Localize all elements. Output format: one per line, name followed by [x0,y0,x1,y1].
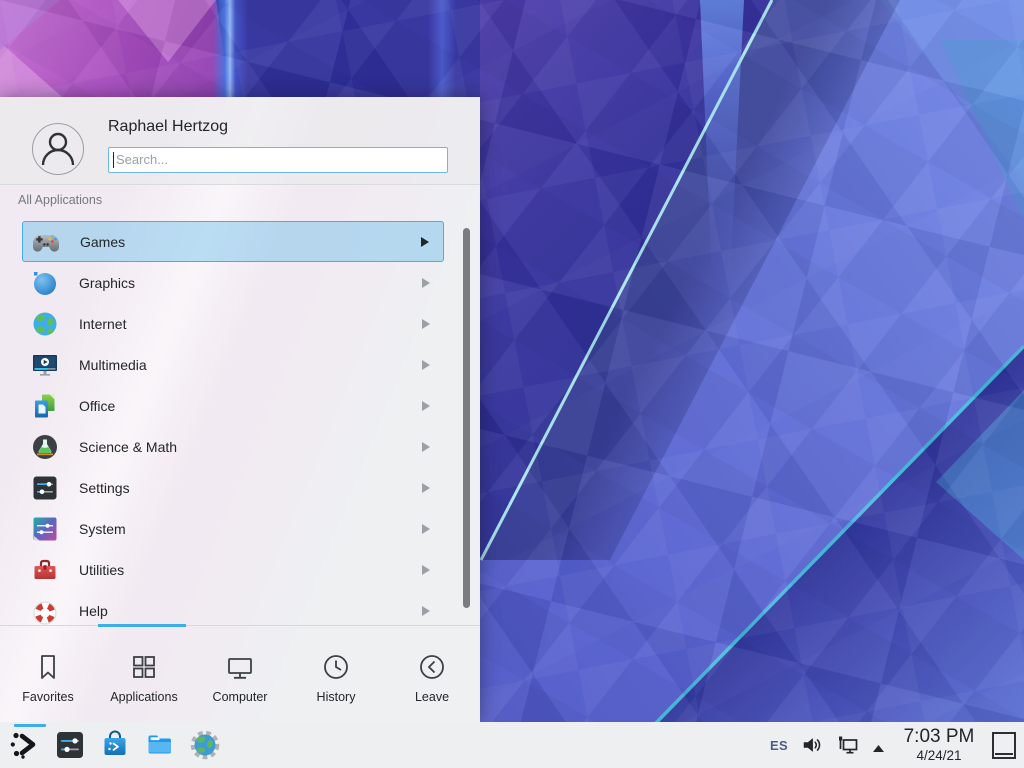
chevron-right-icon [422,483,430,493]
science-icon [31,433,59,461]
app-category-label: Help [79,603,422,619]
app-category-games[interactable]: Games [22,221,444,262]
launcher-header: Raphael Hertzog Search... [0,97,480,185]
app-category-science-math[interactable]: Science & Math [22,426,444,467]
search-input[interactable]: Search... [108,147,448,173]
application-launcher-popup: Raphael Hertzog Search... All Applicatio… [0,97,480,722]
tab-label: Applications [110,690,177,704]
user-name: Raphael Hertzog [108,118,228,136]
system-icon [31,515,59,543]
chevron-right-icon [422,442,430,452]
app-category-office[interactable]: Office [22,385,444,426]
leave-icon [416,651,448,683]
active-tab-indicator [98,624,186,627]
chevron-right-icon [422,360,430,370]
chevron-right-icon [422,524,430,534]
expand-tray-button[interactable] [871,740,886,750]
graphics-icon [31,269,59,297]
app-category-internet[interactable]: Internet [22,303,444,344]
discover-icon [99,729,131,761]
network-icon [836,734,860,758]
web-browser-launcher[interactable] [189,729,221,761]
tab-favorites[interactable]: Favorites [0,626,96,722]
globe-gear-icon [189,729,221,761]
settings-icon [31,474,59,502]
chevron-right-icon [422,606,430,616]
office-icon [31,392,59,420]
volume-tray-item[interactable] [801,734,823,756]
kde-launcher-icon [9,729,41,761]
keyboard-layout-indicator[interactable]: ES [770,738,788,753]
app-category-label: Multimedia [79,357,422,373]
internet-icon [31,310,59,338]
tab-label: History [317,690,356,704]
file-manager-launcher[interactable] [144,729,176,761]
text-cursor [113,152,114,168]
clock-time: 7:03 PM [899,727,979,746]
app-category-label: System [79,521,422,537]
caret-up-icon [871,743,886,753]
grid-icon [128,651,160,683]
tab-history[interactable]: History [288,626,384,722]
folder-icon [144,729,176,761]
person-icon [33,124,83,174]
app-category-multimedia[interactable]: Multimedia [22,344,444,385]
system-settings-icon [54,729,86,761]
app-launcher-button[interactable] [9,729,41,761]
chevron-right-icon [422,278,430,288]
chevron-right-icon [422,401,430,411]
show-desktop-button[interactable] [992,732,1016,759]
section-label: All Applications [18,193,102,207]
games-icon [32,228,60,256]
taskbar-panel: ES 7:03 [0,722,1024,768]
utilities-icon [31,556,59,584]
app-category-label: Utilities [79,562,422,578]
digital-clock[interactable]: 7:03 PM 4/24/21 [899,727,979,763]
tab-computer[interactable]: Computer [192,626,288,722]
app-category-label: Science & Math [79,439,422,455]
bookmark-icon [32,651,64,683]
app-category-label: Settings [79,480,422,496]
user-avatar[interactable] [32,123,84,175]
system-settings-launcher[interactable] [54,729,86,761]
tab-applications[interactable]: Applications [96,626,192,722]
desktop: Raphael Hertzog Search... All Applicatio… [0,0,1024,768]
chevron-right-icon [421,237,429,247]
computer-icon [224,651,256,683]
app-category-graphics[interactable]: Graphics [22,262,444,303]
clock-date: 4/24/21 [899,749,979,763]
help-icon [31,597,59,625]
app-category-system[interactable]: System [22,508,444,549]
tab-leave[interactable]: Leave [384,626,480,722]
tab-label: Favorites [22,690,73,704]
speaker-icon [801,734,823,756]
chevron-right-icon [422,319,430,329]
app-category-label: Graphics [79,275,422,291]
chevron-right-icon [422,565,430,575]
list-scrollbar[interactable] [463,228,470,608]
discover-launcher[interactable] [99,729,131,761]
tab-label: Leave [415,690,449,704]
app-category-label: Office [79,398,422,414]
launcher-tabbar: Favorites Applications [0,625,480,722]
clock-icon [320,651,352,683]
app-category-help[interactable]: Help [22,590,444,625]
app-category-settings[interactable]: Settings [22,467,444,508]
app-category-label: Games [80,234,421,250]
multimedia-icon [31,351,59,379]
app-category-list: Games Graphics [0,218,480,625]
app-category-label: Internet [79,316,422,332]
network-tray-item[interactable] [836,734,858,756]
app-category-utilities[interactable]: Utilities [22,549,444,590]
tab-label: Computer [213,690,268,704]
